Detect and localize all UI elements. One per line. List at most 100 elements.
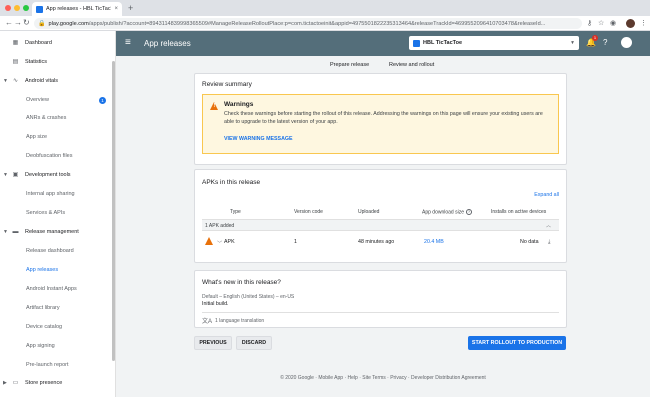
sidebar-item-android-instant-apps[interactable]: Android Instant Apps xyxy=(0,283,112,295)
play-console-favicon-icon xyxy=(36,5,43,13)
whats-new-title: What's new in this release? xyxy=(202,279,281,286)
chevron-down-icon[interactable]: ▼ xyxy=(3,229,8,235)
browser-profile-avatar[interactable] xyxy=(626,19,635,28)
column-type: Type xyxy=(230,209,241,215)
sidebar-item-anrs-crashes[interactable]: ANRs & crashes xyxy=(0,112,112,124)
account-avatar[interactable] xyxy=(621,37,632,48)
apk-type: APK xyxy=(224,239,235,245)
sidebar-item-label: Android Instant Apps xyxy=(26,286,77,292)
review-summary-title: Review summary xyxy=(202,81,252,88)
sidebar-item-app-releases[interactable]: App releases xyxy=(0,264,112,276)
sidebar-item-label: Artifact library xyxy=(26,305,60,311)
address-bar[interactable]: 🔒 play.google.com/apps/publish/?account=… xyxy=(34,18,582,29)
tab-close-icon[interactable]: × xyxy=(114,6,118,12)
warning-triangle-icon xyxy=(205,237,213,245)
forward-arrow-icon[interactable]: → xyxy=(14,18,22,28)
chevron-up-icon[interactable]: ︿ xyxy=(546,222,551,229)
browser-tab[interactable]: App releases - HBL TicTacToe × xyxy=(32,2,122,16)
sidebar-item-artifact-library[interactable]: Artifact library xyxy=(0,302,112,314)
sidebar-item-pre-launch-report[interactable]: Pre-launch report xyxy=(0,359,112,371)
app-icon xyxy=(413,39,420,47)
sidebar-scrollbar[interactable] xyxy=(112,61,115,361)
sidebar-item-label: Internal app sharing xyxy=(26,191,75,197)
translations-count[interactable]: 1 language translation xyxy=(215,318,264,324)
info-icon[interactable]: ⓘ xyxy=(567,38,575,48)
sidebar-item-store-presence[interactable]: ▶ ▭ Store presence xyxy=(0,377,112,389)
sidebar-item-device-catalog[interactable]: Device catalog xyxy=(0,321,112,333)
back-arrow-icon[interactable]: ← xyxy=(5,18,13,28)
notification-count-badge: 1 xyxy=(592,35,598,41)
new-tab-icon[interactable]: + xyxy=(128,3,133,13)
sidebar-item-label: App releases xyxy=(26,267,59,273)
apk-version-code: 1 xyxy=(294,239,297,245)
apks-added-group[interactable]: 1 APK added ︿ xyxy=(202,219,559,231)
vitals-icon: ∿ xyxy=(12,77,19,84)
whats-new-card: What's new in this release? Default – En… xyxy=(194,270,567,328)
apk-download-size[interactable]: 20.4 MB xyxy=(424,239,444,245)
sidebar-item-label: Store presence xyxy=(25,380,63,386)
sidebar-item-label: App signing xyxy=(26,343,55,349)
window-minimize-button[interactable] xyxy=(14,5,20,11)
url-host: play.google.com xyxy=(48,20,89,27)
sidebar-item-internal-app-sharing[interactable]: Internal app sharing xyxy=(0,188,112,200)
apk-uploaded: 48 minutes ago xyxy=(358,239,395,245)
column-download-size: App download size? xyxy=(422,209,472,215)
view-warning-message-link[interactable]: VIEW WARNING MESSAGE xyxy=(224,136,293,142)
sidebar-badge: 1 xyxy=(99,96,106,104)
sidebar-item-services-apis[interactable]: Services & APIs xyxy=(0,207,112,219)
window-close-button[interactable] xyxy=(5,5,11,11)
sidebar-item-label: Statistics xyxy=(25,59,48,65)
discard-button[interactable]: DISCARD xyxy=(236,336,272,350)
column-installs: Installs on active devices xyxy=(491,209,547,215)
sidebar-item-label: Release dashboard xyxy=(26,248,74,254)
footer: © 2020 Google · Mobile App · Help · Site… xyxy=(280,375,486,381)
browser-menu-icon[interactable]: ⋮ xyxy=(640,19,647,28)
sidebar-item-label: Development tools xyxy=(25,172,71,178)
translate-icon: 文A xyxy=(202,319,213,325)
step-review-and-rollout[interactable]: Review and rollout xyxy=(389,62,434,68)
whats-new-locale: Default – English (United States) – en-U… xyxy=(202,294,295,300)
chevron-down-icon[interactable]: ▼ xyxy=(3,78,8,84)
chevron-right-icon[interactable]: ▶ xyxy=(3,380,7,386)
expand-all-link[interactable]: Expand all xyxy=(534,192,559,198)
window-maximize-button[interactable] xyxy=(23,5,29,11)
chevron-down-icon[interactable]: ﹀ xyxy=(217,239,222,247)
sidebar-item-label: ANRs & crashes xyxy=(26,115,67,121)
step-prepare-release[interactable]: Prepare release xyxy=(330,62,369,68)
download-icon[interactable]: ⤓ xyxy=(548,239,550,246)
sidebar-item-release-management[interactable]: ▼ ▬ Release management xyxy=(0,226,112,238)
app-selector[interactable]: HBL TicTacToe ▼ xyxy=(409,36,579,50)
reload-icon[interactable]: ↻ xyxy=(23,18,30,28)
warning-text: Check these warnings before starting the… xyxy=(224,111,543,125)
column-download-size-label: App download size xyxy=(422,209,464,216)
sidebar-item-label: Release management xyxy=(25,229,79,235)
help-circle-icon[interactable]: ? xyxy=(465,209,472,215)
sidebar-item-label: Pre-launch report xyxy=(26,362,69,368)
sidebar-item-label: Deobfuscation files xyxy=(26,153,73,159)
previous-button[interactable]: PREVIOUS xyxy=(194,336,232,350)
sidebar-item-development-tools[interactable]: ▼ ▣ Development tools xyxy=(0,169,112,181)
extension-icon[interactable]: ◉ xyxy=(610,19,616,28)
sidebar-item-label: Services & APIs xyxy=(26,210,66,216)
bookmark-star-icon[interactable]: ☆ xyxy=(598,19,604,28)
chevron-down-icon[interactable]: ▼ xyxy=(3,172,8,178)
divider xyxy=(202,312,559,313)
main-content: Prepare release Review and rollout Revie… xyxy=(116,56,650,397)
hamburger-menu-icon[interactable]: ≡ xyxy=(125,37,131,49)
sidebar-item-dashboard[interactable]: ▦ Dashboard xyxy=(0,37,112,49)
apk-table-header: Type Version code Uploaded App download … xyxy=(202,205,559,219)
sidebar-item-release-dashboard[interactable]: Release dashboard xyxy=(0,245,112,257)
help-icon[interactable]: ? xyxy=(603,38,607,48)
sidebar-item-statistics[interactable]: ▤ Statistics xyxy=(0,56,112,68)
apks-title: APKs in this release xyxy=(202,179,261,186)
app-selector-name: HBL TicTacToe xyxy=(423,40,463,46)
apk-installs: No data xyxy=(520,239,539,245)
key-icon[interactable]: ⚷ xyxy=(587,19,592,28)
sidebar-item-app-signing[interactable]: App signing xyxy=(0,340,112,352)
sidebar-item-android-vitals[interactable]: ▼ ∿ Android vitals xyxy=(0,75,112,87)
sidebar-item-overview[interactable]: Overview 1 xyxy=(0,94,112,106)
table-row[interactable]: ﹀ APK 1 48 minutes ago 20.4 MB No data ⤓ xyxy=(202,231,559,253)
sidebar-item-deobfuscation-files[interactable]: Deobfuscation files xyxy=(0,150,112,162)
start-rollout-button[interactable]: START ROLLOUT TO PRODUCTION xyxy=(468,336,566,350)
sidebar-item-app-size[interactable]: App size xyxy=(0,131,112,143)
